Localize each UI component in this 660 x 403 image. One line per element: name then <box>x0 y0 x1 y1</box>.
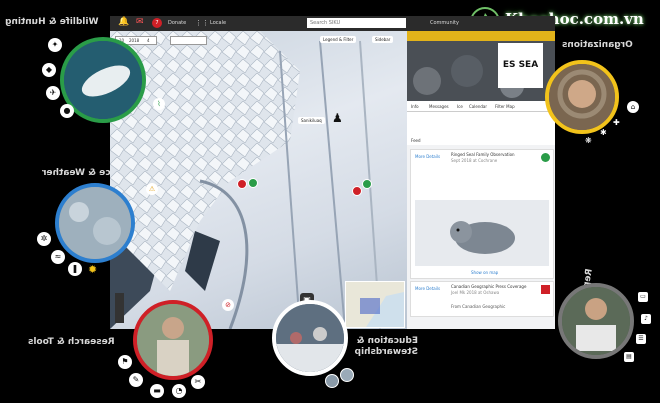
toolbar-row: Feed <box>407 112 555 145</box>
reports-doc-icon[interactable]: ☰ <box>636 334 646 344</box>
person-marker-icon[interactable]: ♟ <box>332 111 343 125</box>
sun-icon[interactable]: ✹ <box>88 263 97 276</box>
organizations-handshake-icon[interactable]: ✱ <box>600 128 607 137</box>
research-gauge-icon[interactable]: ◔ <box>172 384 186 398</box>
wildlife-paw-icon[interactable]: ✦ <box>48 38 62 52</box>
locale-link[interactable]: Locale <box>210 20 226 26</box>
panel-header <box>407 31 555 41</box>
ice-temperature-icon[interactable]: ❚ <box>68 262 82 276</box>
wildlife-pin-icon[interactable]: ⌇ <box>153 98 165 110</box>
seal-image <box>415 200 549 266</box>
wildlife-marker[interactable] <box>248 178 258 188</box>
post2-org: From Canadian Geographic <box>451 304 506 309</box>
zoom-controls[interactable] <box>115 293 124 323</box>
zoom-value-3: 4 <box>147 38 150 43</box>
students-photo-image <box>276 304 344 372</box>
research-marker-2[interactable] <box>352 186 362 196</box>
reports-bubble[interactable] <box>558 283 634 359</box>
bell-icon[interactable]: 🔔 <box>118 17 129 27</box>
reports-mic-icon[interactable]: ♪ <box>641 314 651 324</box>
tab-info[interactable]: Info <box>411 104 419 109</box>
ice-wind-icon[interactable]: ≈ <box>51 250 65 264</box>
hunter-photo-image <box>137 304 209 376</box>
organizations-bubble[interactable] <box>545 60 619 134</box>
post-comment-link[interactable]: Show on map <box>471 270 498 275</box>
research-marker[interactable] <box>237 179 247 189</box>
legend-filter-button[interactable]: Legend & Filter <box>320 36 357 43</box>
post-title[interactable]: Ringed Seal Family Observation <box>451 152 515 157</box>
tab-calendar[interactable]: Calendar <box>469 104 487 109</box>
wildlife-fish-icon[interactable]: ◆ <box>42 63 56 77</box>
organizations-people-icon[interactable]: ✚ <box>613 118 620 127</box>
research-drill-icon[interactable]: ✎ <box>129 373 143 387</box>
minimap-image <box>346 282 404 327</box>
layer-selector[interactable] <box>170 36 207 45</box>
category-ice[interactable]: Ice & Weather <box>42 168 114 178</box>
tab-messages[interactable]: Messages <box>429 104 449 109</box>
wildlife-seal-icon[interactable]: ● <box>60 104 74 118</box>
education-thumb-1[interactable] <box>325 374 339 388</box>
chat-icon[interactable]: ✉ <box>136 17 144 27</box>
research-flag-icon[interactable]: ⚑ <box>118 355 132 369</box>
tab-ice[interactable]: Ice <box>457 104 463 109</box>
ice-bubble[interactable] <box>55 183 135 263</box>
post2-title[interactable]: Canadian Geographic Press Coverage <box>451 284 526 289</box>
side-panel: ES SEA Info Messages Ice Calendar Filter… <box>407 31 555 329</box>
post2-more-details[interactable]: More Details <box>415 286 440 291</box>
wildlife-marker-2[interactable] <box>362 179 372 189</box>
wildlife-bird-icon[interactable]: ✈ <box>46 86 60 100</box>
category-wildlife[interactable]: Wildlife & Hunting <box>5 17 98 27</box>
beluga-whale-image <box>64 41 142 119</box>
donate-link[interactable]: Donate <box>168 20 186 26</box>
feed-label: Feed <box>411 138 421 143</box>
sidebar-toggle-button[interactable]: Sidebar <box>372 36 394 43</box>
ice-texture-image <box>59 187 131 259</box>
education-bubble[interactable] <box>272 300 348 376</box>
grid-icon[interactable]: ⋮⋮ <box>195 19 209 27</box>
post-card[interactable]: Ringed Seal Family Observation Sept 2018… <box>410 149 554 279</box>
reports-book-icon[interactable]: ▤ <box>624 352 634 362</box>
minimap[interactable] <box>345 281 405 328</box>
education-thumb-2[interactable] <box>340 368 354 382</box>
research-no-icon[interactable]: ⊘ <box>222 299 234 311</box>
place-label[interactable]: Sanikiluaq <box>298 117 325 124</box>
tab-filter-map[interactable]: Filter Map <box>495 104 515 109</box>
research-ruler-icon[interactable]: ▬ <box>150 384 164 398</box>
elder-photo-image <box>549 64 615 130</box>
seal-photo[interactable] <box>415 200 549 266</box>
search-input[interactable]: Search SIKU <box>307 18 406 28</box>
reports-tv-icon[interactable]: ▭ <box>638 292 648 302</box>
map-view[interactable]: 10 2018 4 Legend & Filter Sidebar Saniki… <box>110 31 407 329</box>
top-bar: 🔔 ✉ 7 Donate ⋮⋮ Locale Search SIKU Commu… <box>110 16 555 31</box>
post2-meta: Joel Mk 2018 at Oshawa <box>451 290 500 295</box>
category-research[interactable]: Research & Tools <box>28 337 115 347</box>
notification-badge[interactable]: 7 <box>152 18 162 28</box>
app-window: 🔔 ✉ 7 Donate ⋮⋮ Locale Search SIKU Commu… <box>110 16 555 329</box>
ice-warning-icon[interactable]: ⚠ <box>146 183 158 195</box>
organizations-star-icon[interactable]: ❋ <box>585 136 592 145</box>
category-education[interactable]: Education & Stewardship <box>354 336 418 358</box>
community-link[interactable]: Community <box>430 20 459 26</box>
panel-tabs: Info Messages Ice Calendar Filter Map <box>407 101 555 112</box>
post-card-2[interactable]: Canadian Geographic Press Coverage Joel … <box>410 281 554 317</box>
reader-photo-image <box>562 287 630 355</box>
research-tool-icon[interactable]: ✂ <box>191 375 205 389</box>
zoom-value-2: 2018 <box>129 38 140 43</box>
ice-snowflake-icon[interactable]: ✲ <box>37 232 51 246</box>
org-logo: ES SEA <box>498 43 543 88</box>
post-meta: Sept 2018 at Cochrane <box>451 158 498 163</box>
post-more-details[interactable]: More Details <box>415 154 440 159</box>
research-category-badge <box>541 285 550 294</box>
organizations-igloo-icon[interactable]: ⌂ <box>627 101 639 113</box>
research-bubble[interactable] <box>133 300 213 380</box>
wildlife-category-badge <box>541 153 550 162</box>
